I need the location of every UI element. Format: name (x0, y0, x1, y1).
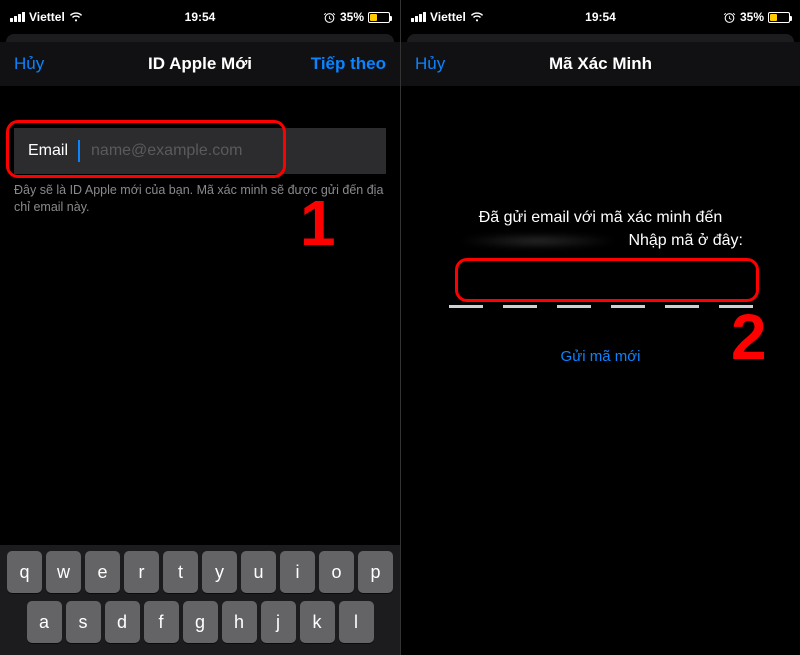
code-input[interactable] (401, 280, 800, 308)
clock: 19:54 (585, 10, 616, 24)
key-k[interactable]: k (300, 601, 335, 643)
keyboard-row-2: asdfghjkl (3, 601, 397, 643)
email-input[interactable] (91, 142, 372, 160)
email-label: Email (28, 142, 68, 160)
key-d[interactable]: d (105, 601, 140, 643)
clock: 19:54 (185, 10, 216, 24)
next-button[interactable]: Tiếp theo (311, 54, 386, 74)
keyboard[interactable]: qwertyuiop asdfghjkl (0, 545, 400, 655)
code-slot-4[interactable] (611, 280, 645, 308)
key-l[interactable]: l (339, 601, 374, 643)
cancel-button[interactable]: Hủy (415, 54, 445, 74)
key-w[interactable]: w (46, 551, 81, 593)
code-slot-1[interactable] (449, 280, 483, 308)
key-j[interactable]: j (261, 601, 296, 643)
code-slot-2[interactable] (503, 280, 537, 308)
status-bar: Viettel 19:54 35% (401, 0, 800, 34)
carrier-label: Viettel (430, 10, 466, 24)
resend-link[interactable]: Gửi mã mới (401, 348, 800, 365)
code-slot-6[interactable] (719, 280, 753, 308)
key-u[interactable]: u (241, 551, 276, 593)
page-title: Mã Xác Minh (549, 54, 652, 74)
key-t[interactable]: t (163, 551, 198, 593)
key-g[interactable]: g (183, 601, 218, 643)
redacted-email (458, 233, 618, 249)
key-i[interactable]: i (280, 551, 315, 593)
code-slot-5[interactable] (665, 280, 699, 308)
key-f[interactable]: f (144, 601, 179, 643)
battery-icon (368, 12, 390, 23)
phone-screen-1: Viettel 19:54 35% Hủy ID Apple Mới Tiếp … (0, 0, 400, 655)
wifi-icon (69, 12, 83, 22)
verify-line-1: Đã gửi email với mã xác minh đến (427, 206, 774, 229)
signal-icon (411, 12, 426, 22)
battery-icon (768, 12, 790, 23)
text-cursor (78, 140, 80, 162)
page-title: ID Apple Mới (148, 54, 252, 74)
phone-screen-2: Viettel 19:54 35% Hủy Mã Xác Minh Đã gửi… (400, 0, 800, 655)
status-bar: Viettel 19:54 35% (0, 0, 400, 34)
key-h[interactable]: h (222, 601, 257, 643)
key-p[interactable]: p (358, 551, 393, 593)
alarm-icon (723, 11, 736, 24)
verify-suffix: Nhập mã ở đây: (628, 232, 743, 249)
code-slot-3[interactable] (557, 280, 591, 308)
carrier-label: Viettel (29, 10, 65, 24)
cancel-button[interactable]: Hủy (14, 54, 44, 74)
key-q[interactable]: q (7, 551, 42, 593)
key-r[interactable]: r (124, 551, 159, 593)
key-s[interactable]: s (66, 601, 101, 643)
helper-text: Đây sẽ là ID Apple mới của bạn. Mã xác m… (14, 182, 386, 216)
battery-pct: 35% (740, 10, 764, 24)
battery-pct: 35% (340, 10, 364, 24)
sheet-grabber (6, 34, 394, 42)
wifi-icon (470, 12, 484, 22)
nav-bar: Hủy Mã Xác Minh (401, 42, 800, 86)
signal-icon (10, 12, 25, 22)
nav-bar: Hủy ID Apple Mới Tiếp theo (0, 42, 400, 86)
key-y[interactable]: y (202, 551, 237, 593)
key-o[interactable]: o (319, 551, 354, 593)
key-e[interactable]: e (85, 551, 120, 593)
email-field-row[interactable]: Email (14, 128, 386, 174)
keyboard-row-1: qwertyuiop (3, 551, 397, 593)
alarm-icon (323, 11, 336, 24)
verify-message: Đã gửi email với mã xác minh đến Nhập mã… (427, 206, 774, 252)
key-a[interactable]: a (27, 601, 62, 643)
sheet-grabber (407, 34, 794, 42)
